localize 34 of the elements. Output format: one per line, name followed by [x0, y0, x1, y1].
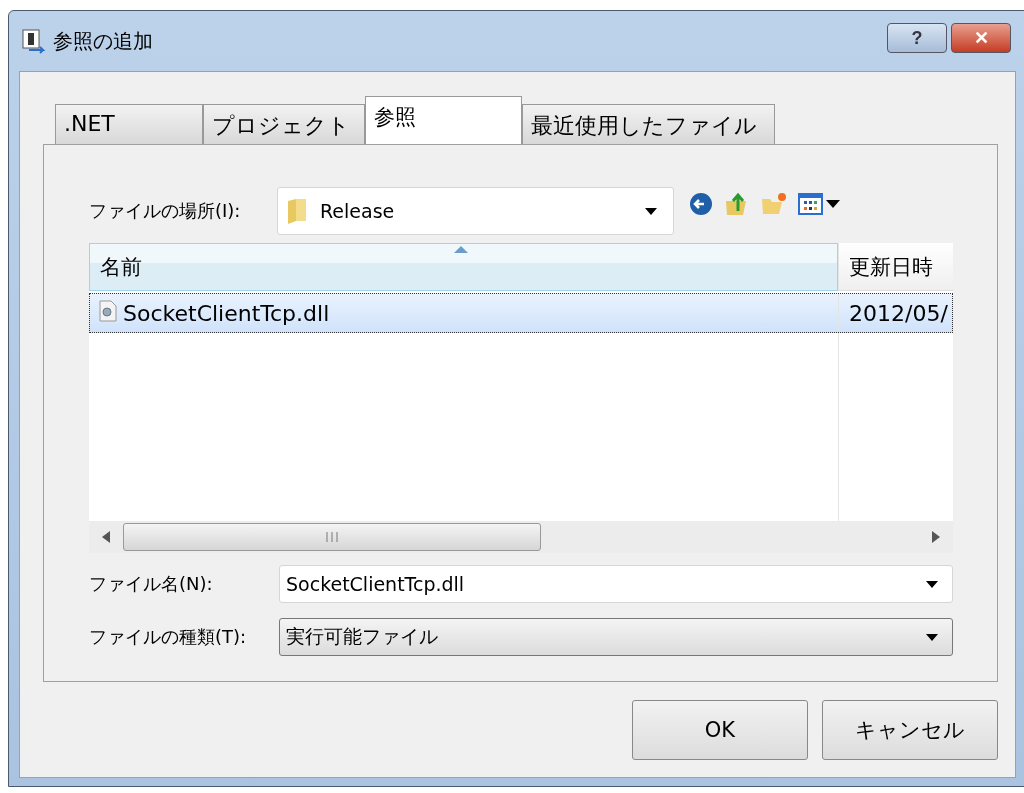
location-dropdown[interactable]: Release	[277, 187, 674, 235]
new-folder-icon[interactable]	[760, 191, 788, 217]
horizontal-scrollbar[interactable]	[89, 521, 953, 553]
file-type-dropdown[interactable]: 実行可能ファイル	[279, 618, 953, 656]
location-label: ファイルの場所(I):	[89, 199, 242, 223]
dropdown-arrow-icon[interactable]	[926, 633, 938, 641]
sort-arrow-icon	[454, 246, 468, 253]
dropdown-arrow-icon[interactable]	[645, 207, 657, 215]
dropdown-arrow-icon[interactable]	[926, 580, 938, 588]
help-button[interactable]: ?	[887, 23, 947, 53]
file-type-value: 実行可能ファイル	[286, 624, 438, 649]
file-name-value: SocketClientTcp.dll	[286, 573, 465, 595]
cancel-button[interactable]: キャンセル	[822, 700, 998, 760]
scrollbar-thumb[interactable]	[123, 523, 541, 551]
ok-button[interactable]: OK	[632, 700, 808, 760]
file-row[interactable]: SocketClientTcp.dll 2012/05/	[89, 293, 953, 333]
file-name-field[interactable]: SocketClientTcp.dll	[279, 565, 953, 603]
tab[interactable]: 参照	[365, 96, 522, 144]
tab[interactable]: .NET	[55, 104, 203, 144]
back-icon[interactable]	[688, 191, 714, 217]
file-type-label: ファイルの種類(T):	[89, 625, 248, 649]
view-menu-icon[interactable]	[798, 192, 824, 216]
file-name-label: ファイル名(N):	[89, 572, 214, 596]
modified-date: 2012/05/	[849, 300, 948, 326]
dropdown-arrow-icon[interactable]	[826, 200, 840, 208]
window-icon	[21, 28, 47, 54]
column-header[interactable]: 更新日時	[838, 243, 953, 291]
tab[interactable]: プロジェクト	[203, 104, 365, 144]
file-name: SocketClientTcp.dll	[123, 300, 330, 326]
tab[interactable]: 最近使用したファイル	[522, 104, 775, 144]
folder-icon	[286, 197, 308, 225]
column-header[interactable]: 名前	[89, 243, 838, 291]
location-value: Release	[320, 200, 396, 222]
window-title: 参照の追加	[53, 27, 154, 55]
